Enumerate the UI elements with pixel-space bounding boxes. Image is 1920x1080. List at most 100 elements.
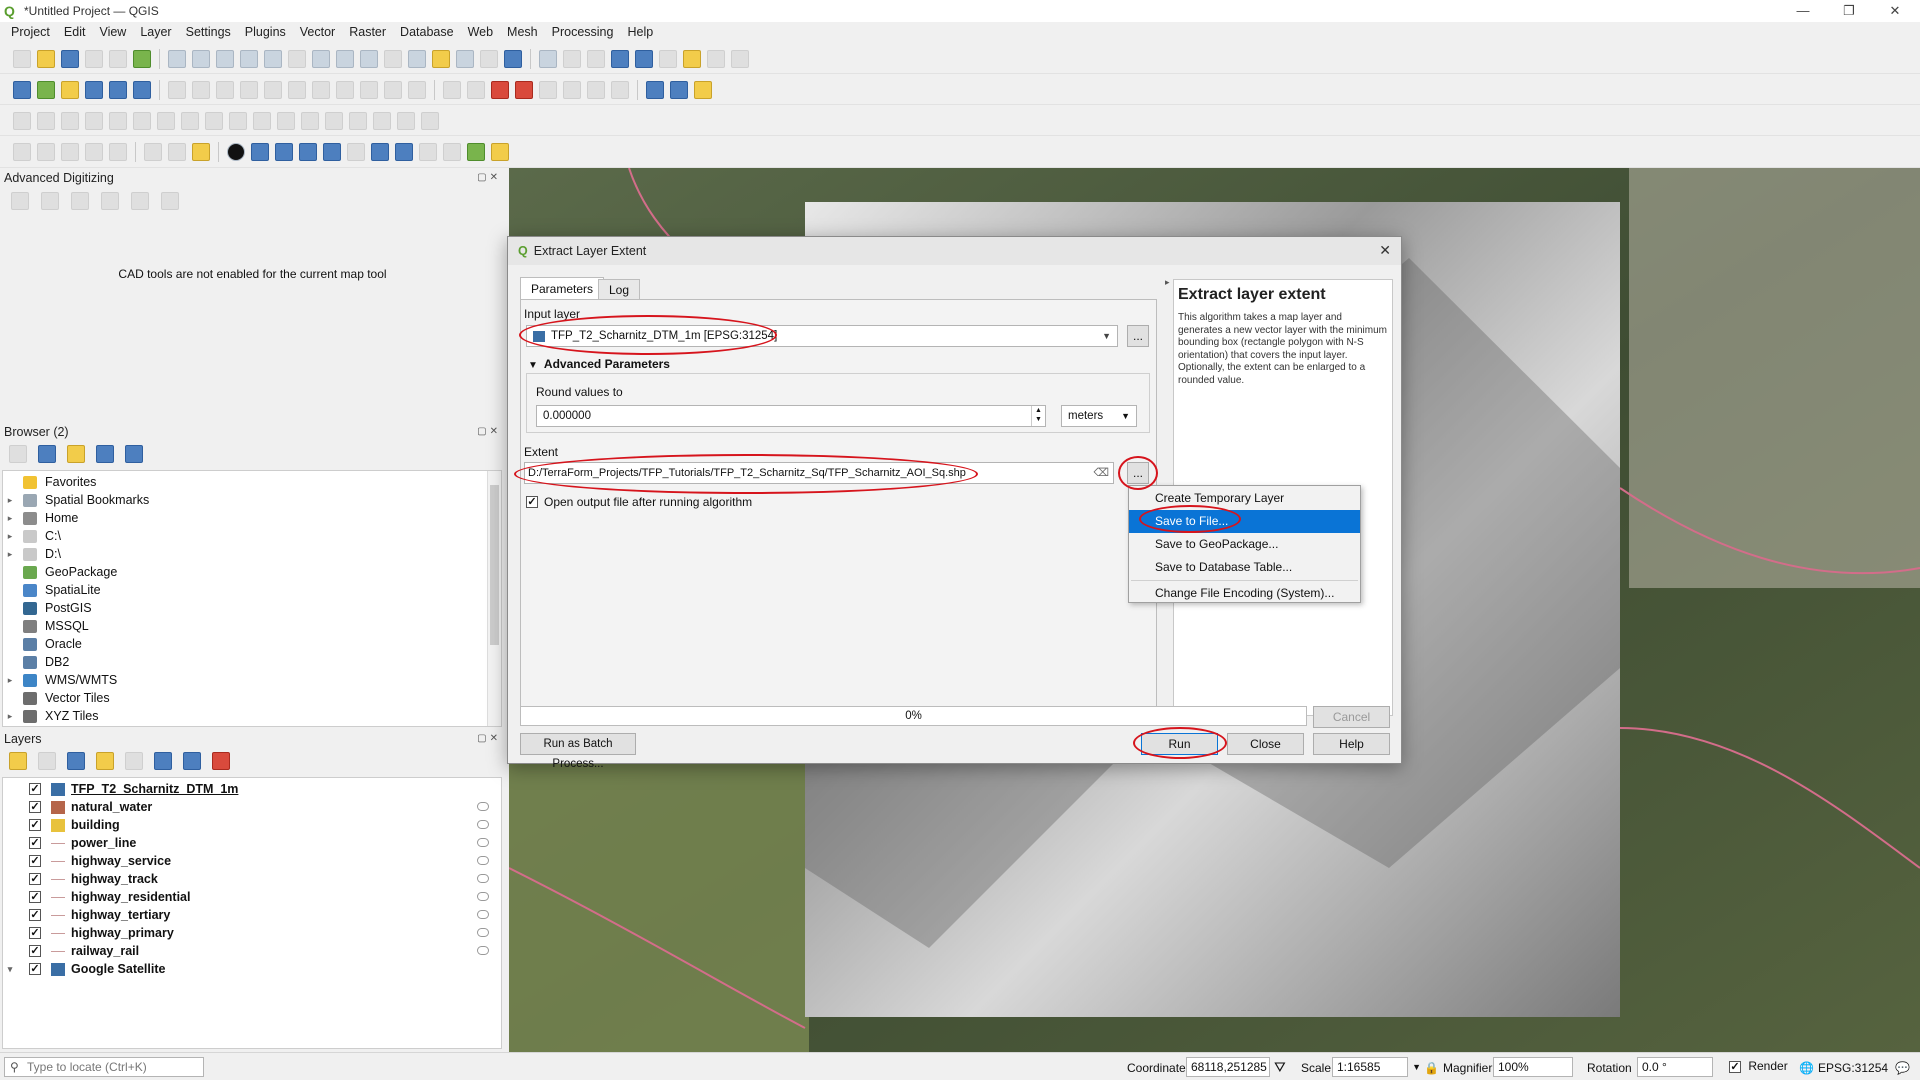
cancel-button[interactable]: Cancel [1313,706,1390,728]
label-properties-icon[interactable] [611,80,629,99]
collapse-all-layers-icon[interactable] [183,752,201,770]
tab-log[interactable]: Log [598,279,641,299]
refresh-icon[interactable] [504,49,522,68]
select-features-icon[interactable] [37,143,55,161]
magnifier-spinbox[interactable]: 100% [1493,1057,1573,1077]
extent-output-field[interactable]: D:/TerraForm_Projects/TFP_Tutorials/TFP_… [524,462,1114,484]
snap-intersection-icon[interactable] [443,143,461,161]
attribute-table-icon[interactable] [563,49,581,68]
spinbox-arrows-icon[interactable]: ▲ ▼ [1031,406,1045,426]
add-group-icon[interactable] [38,752,56,770]
python-console-icon[interactable] [694,80,712,99]
select-by-value-icon[interactable] [61,143,79,161]
render-checkbox[interactable]: ✓ [1729,1061,1741,1073]
rotate-symbols-icon[interactable] [373,111,391,130]
close-button[interactable]: Close [1227,733,1304,755]
measure-icon[interactable] [659,49,677,68]
extent-ellipsis-button[interactable]: ... [1127,462,1149,484]
units-select[interactable]: meters ▼ [1061,405,1137,427]
run-batch-button[interactable]: Run as Batch Process... [520,733,636,770]
select-location-icon[interactable] [109,143,127,161]
tab-parameters[interactable]: Parameters [520,277,605,299]
zoom-native-icon[interactable] [336,49,354,68]
pan-to-selection-icon[interactable] [192,49,210,68]
menu-raster[interactable]: Raster [342,25,393,39]
menu-settings[interactable]: Settings [179,25,238,39]
menu-edit[interactable]: Edit [57,25,93,39]
expand-arrow-icon[interactable]: ▸ [3,513,17,524]
menu-processing[interactable]: Processing [545,25,621,39]
cad-construction-icon[interactable] [41,192,59,210]
browser-item[interactable]: Favorites [3,473,501,491]
new-geopackage-icon[interactable] [37,80,55,99]
move-feature-icon[interactable] [37,111,55,130]
add-part-icon[interactable] [133,111,151,130]
filter-indicator-icon[interactable] [477,910,489,919]
statistics-icon[interactable] [635,49,653,68]
add-feature-icon[interactable] [240,80,258,99]
layer-visibility-checkbox[interactable]: ✓ [29,927,41,939]
advanced-parameters-toggle[interactable]: ▼ Advanced Parameters [528,357,670,371]
menu-item-create-temporary-layer[interactable]: Create Temporary Layer [1129,487,1360,510]
snap-units-icon[interactable] [395,143,413,161]
layer-visibility-checkbox[interactable]: ✓ [29,909,41,921]
browser-item[interactable]: MSSQL [3,617,501,635]
cad-perpendicular-icon[interactable] [101,192,119,210]
redo-icon[interactable] [408,80,426,99]
identify-icon[interactable] [539,49,557,68]
save-project-icon[interactable] [61,49,79,68]
browser-item[interactable]: Vector Tiles [3,689,501,707]
save-edits-icon[interactable] [216,80,234,99]
help-button[interactable]: Help [1313,733,1390,755]
show-hide-labels-icon[interactable] [515,80,533,99]
add-ring-icon[interactable] [109,111,127,130]
menu-mesh[interactable]: Mesh [500,25,545,39]
panel-float-close-icon[interactable]: ▢✕ [477,733,501,744]
pan-icon[interactable] [168,49,186,68]
select-icon[interactable] [707,49,725,68]
browser-item[interactable]: ▸ Spatial Bookmarks [3,491,501,509]
show-bookmarks-icon[interactable] [456,49,474,68]
filter-indicator-icon[interactable] [477,856,489,865]
filter-indicator-icon[interactable] [477,802,489,811]
collapse-all-icon[interactable] [96,445,114,463]
save-as-icon[interactable] [85,49,103,68]
layer-row[interactable]: ✓ highway_residential [3,888,501,906]
label-tool-icon[interactable] [443,80,461,99]
layer-row[interactable]: ▾ ✓ Google Satellite [3,960,501,978]
filter-browser-icon[interactable] [67,445,85,463]
properties-icon[interactable] [125,445,143,463]
panel-float-close-icon[interactable]: ▢✕ [477,426,501,437]
filter-expression-icon[interactable] [125,752,143,770]
filter-indicator-icon[interactable] [477,946,489,955]
expand-arrow-icon[interactable]: ▸ [3,531,17,542]
expand-arrow-icon[interactable]: ▸ [3,495,17,506]
new-virtual-layer-icon[interactable] [133,80,151,99]
crs-button[interactable]: EPSG:31254 [1818,1061,1888,1075]
merge-attributes-icon[interactable] [349,111,367,130]
close-window-button[interactable]: ✕ [1872,0,1918,22]
data-source-manager-icon[interactable] [13,80,31,99]
expand-arrow-icon[interactable]: ▸ [3,549,17,560]
split-features-icon[interactable] [277,111,295,130]
zoom-full-icon[interactable] [264,49,282,68]
rotation-spinbox[interactable]: 0.0 ° [1637,1057,1713,1077]
layer-row[interactable]: ✓ highway_track [3,870,501,888]
text-annotation-icon[interactable] [731,49,749,68]
layer-row[interactable]: ✓ power_line [3,834,501,852]
new-shapefile-icon[interactable] [61,80,79,99]
zoom-selection-icon[interactable] [288,49,306,68]
deselect-icon[interactable] [85,143,103,161]
toggle-help-icon[interactable]: ▸ [1165,277,1170,288]
current-edits-icon[interactable] [168,80,186,99]
annotation-icon[interactable] [144,143,162,161]
layer-row[interactable]: ✓ building [3,816,501,834]
vertex-tool-icon[interactable] [264,80,282,99]
filter-indicator-icon[interactable] [477,838,489,847]
fill-ring-icon[interactable] [157,111,175,130]
reshape-icon[interactable] [229,111,247,130]
new-map-view-icon[interactable] [408,49,426,68]
self-snap-icon[interactable] [419,143,437,161]
minimize-button[interactable]: — [1780,0,1826,22]
new-project-icon[interactable] [13,49,31,68]
